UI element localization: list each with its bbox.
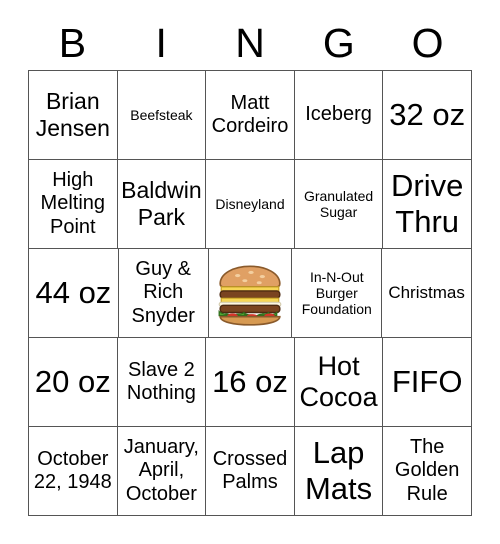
bingo-cell[interactable]: 16 oz (206, 338, 295, 427)
bingo-cell[interactable]: Disneyland (206, 160, 295, 249)
bingo-cell-label: In-N-Out Burger Foundation (301, 268, 372, 318)
bingo-cell[interactable]: 44 oz (29, 249, 119, 338)
bingo-row: 44 oz Guy & Rich Snyder In-N-Out Burger Fo… (29, 249, 472, 338)
bingo-cell[interactable]: 20 oz (29, 338, 118, 427)
bingo-cell-label: October 22, 1948 (33, 447, 112, 493)
bingo-cell-label: Guy & Rich Snyder (131, 258, 195, 327)
bingo-cell-label: High Melting Point (40, 169, 106, 238)
bingo-cell[interactable]: In-N-Out Burger Foundation (292, 249, 383, 338)
bingo-cell-label: Disneyland (215, 195, 285, 212)
bingo-cell[interactable]: High Melting Point (29, 160, 118, 249)
bingo-cell-label: 20 oz (34, 364, 111, 400)
bingo-cell[interactable]: FIFO (383, 338, 472, 427)
bingo-header-letter-b: B (58, 20, 87, 66)
bingo-cell-label: Christmas (388, 283, 465, 303)
bingo-cell-label: Iceberg (305, 103, 372, 126)
bingo-cell[interactable]: Hot Cocoa (294, 338, 384, 427)
bingo-cell[interactable]: Guy & Rich Snyder (118, 249, 209, 338)
hamburger-icon (218, 265, 282, 326)
bingo-cell[interactable]: Lap Mats (294, 427, 384, 516)
bingo-grid: Brian Jensen Beefsteak Matt Cordeiro Iceber… (28, 70, 472, 516)
bingo-cell[interactable]: Iceberg (294, 71, 384, 160)
bingo-cell[interactable]: Slave 2 Nothing (117, 338, 207, 427)
bingo-cell-label: Crossed Palms (212, 447, 288, 493)
bingo-cell-label: January, April, October (123, 436, 199, 505)
bingo-cell[interactable]: Brian Jensen (29, 71, 118, 160)
bingo-row: 20 oz Slave 2 Nothing 16 oz Hot Cocoa FIFO (29, 338, 472, 427)
bingo-row: October 22, 1948 January, April, October C… (29, 427, 472, 516)
bingo-cell[interactable]: Christmas (382, 249, 472, 338)
bingo-cell[interactable]: The Golden Rule (383, 427, 472, 516)
bingo-cell[interactable]: Drive Thru (383, 160, 472, 249)
bingo-header-letter-g: G (322, 20, 355, 66)
bingo-cell[interactable]: October 22, 1948 (29, 427, 118, 516)
bingo-cell-label: Slave 2 Nothing (126, 358, 196, 404)
bingo-cell-label: Granulated Sugar (303, 187, 374, 220)
bingo-cell[interactable]: Crossed Palms (206, 427, 295, 516)
bingo-cell[interactable]: Granulated Sugar (294, 160, 384, 249)
bingo-cell-label: 44 oz (35, 275, 112, 311)
bingo-cell-label: Beefsteak (130, 106, 193, 123)
bingo-cell[interactable]: Beefsteak (117, 71, 207, 160)
bingo-cell[interactable] (208, 249, 293, 338)
bingo-cell[interactable]: 32 oz (383, 71, 472, 160)
bingo-cell-label: FIFO (391, 364, 463, 400)
bingo-header-letter-i: I (155, 20, 167, 66)
bingo-cell[interactable]: Matt Cordeiro (206, 71, 295, 160)
bingo-cell-label: Lap Mats (304, 435, 373, 506)
bingo-cell-label: 32 oz (389, 97, 466, 133)
bingo-cell-label: 16 oz (212, 364, 288, 400)
bingo-cell-label: Drive Thru (391, 168, 464, 239)
bingo-row: Brian Jensen Beefsteak Matt Cordeiro Iceber… (29, 71, 472, 160)
bingo-cell-label: Brian Jensen (35, 88, 110, 141)
bingo-cell-label: Hot Cocoa (299, 350, 378, 412)
bingo-row: High Melting Point Baldwin Park Disneyland… (29, 160, 472, 249)
bingo-header-letter-o: O (411, 20, 444, 66)
bingo-cell-label: The Golden Rule (394, 436, 460, 505)
bingo-cell[interactable]: Baldwin Park (117, 160, 207, 249)
bingo-header-row: BINGO (28, 0, 472, 70)
bingo-cell-label: Baldwin Park (121, 177, 202, 230)
bingo-cell[interactable]: January, April, October (117, 427, 207, 516)
bingo-cell-label: Matt Cordeiro (211, 91, 289, 137)
bingo-header-letter-n: N (235, 20, 265, 66)
bingo-card: B I N G O Brian Jensen Beefsteak Matt Cordeiro… (28, 0, 472, 544)
